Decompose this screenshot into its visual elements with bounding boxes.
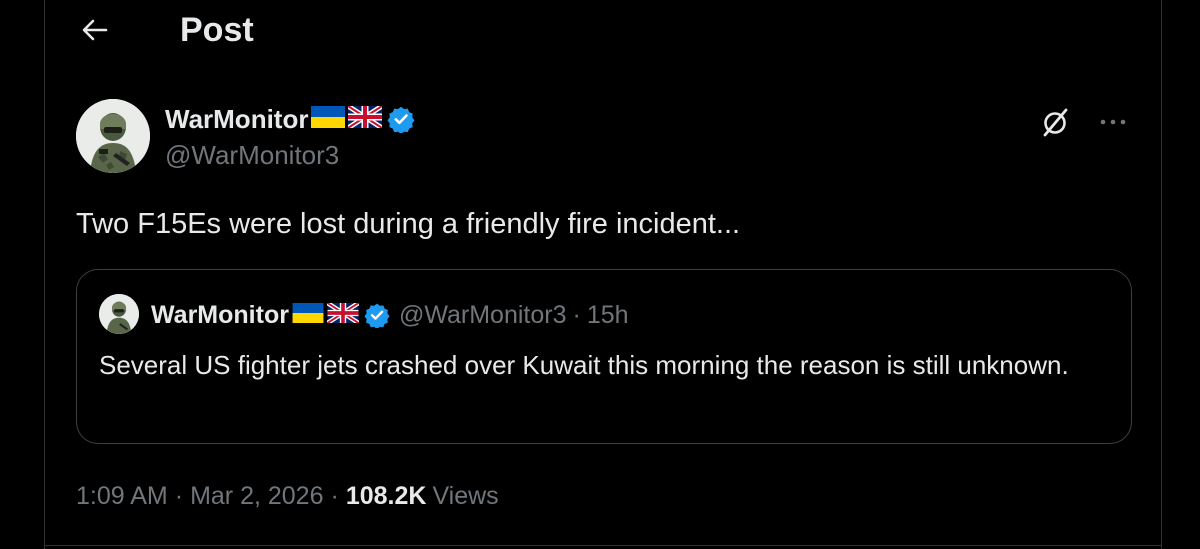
soldier-avatar-icon [99, 294, 139, 334]
page-title: Post [180, 11, 254, 49]
post-date[interactable]: Mar 2, 2026 [190, 480, 323, 512]
author-name[interactable]: WarMonitor [165, 103, 308, 135]
more-icon [1100, 119, 1126, 125]
more-button[interactable] [1093, 102, 1133, 142]
quote-header: WarMonitor @WarMonitor3 · 15h [151, 300, 629, 330]
quote-author-name: WarMonitor [151, 301, 289, 329]
post-meta: 1:09 AM · Mar 2, 2026 · 108.2K Views [76, 480, 499, 512]
meta-separator: · [330, 482, 339, 510]
views-label: Views [432, 482, 499, 510]
post-column: Post WarMonitor @WarMonitor3 Two F15Es w… [44, 0, 1162, 549]
verified-badge-icon [364, 302, 390, 328]
quote-text: Several US fighter jets crashed over Kuw… [99, 350, 1069, 380]
back-button[interactable] [73, 8, 117, 52]
quote-avatar[interactable] [99, 294, 139, 334]
quote-separator: · [572, 301, 581, 329]
divider [45, 545, 1161, 546]
author-handle[interactable]: @WarMonitor3 [165, 139, 339, 171]
quote-timestamp: 15h [586, 301, 629, 329]
grok-button[interactable] [1035, 102, 1075, 142]
views-count: 108.2K [345, 482, 427, 510]
quoted-post[interactable]: WarMonitor @WarMonitor3 · 15h Several US… [76, 269, 1132, 444]
ukraine-flag-icon [311, 105, 346, 133]
uk-flag-icon [347, 103, 384, 133]
avatar[interactable] [76, 99, 150, 173]
uk-flag-icon [326, 300, 360, 328]
author-line: WarMonitor [165, 103, 416, 135]
ukraine-flag-icon [292, 302, 324, 328]
arrow-left-icon [82, 19, 108, 41]
quote-author-handle: @WarMonitor3 [398, 301, 567, 329]
post-text: Two F15Es were lost during a friendly fi… [76, 208, 741, 240]
page-header: Post [45, 0, 1161, 60]
soldier-avatar-icon [76, 99, 150, 173]
post-time[interactable]: 1:09 AM [76, 480, 168, 512]
verified-badge-icon[interactable] [387, 105, 416, 133]
meta-separator: · [174, 482, 184, 510]
grok-icon [1043, 108, 1068, 137]
